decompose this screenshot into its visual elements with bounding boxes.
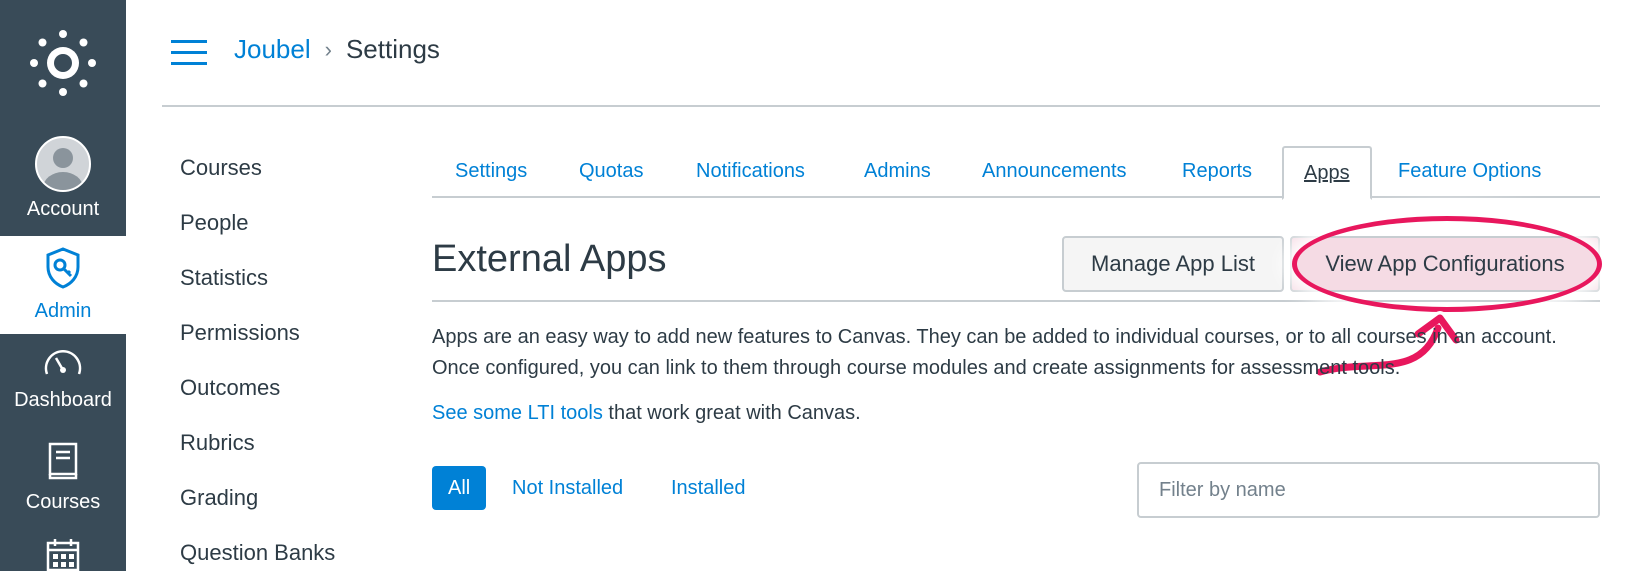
tab-apps[interactable]: Apps [1282, 146, 1372, 200]
nav-dashboard[interactable]: Dashboard [0, 346, 126, 436]
view-app-configurations-button[interactable]: View App Configurations [1290, 236, 1600, 292]
global-nav: Account Admin Dashboard Courses [0, 0, 126, 571]
lti-tools-suffix: that work great with Canvas. [602, 402, 861, 424]
nav-account-label: Account [26, 198, 100, 220]
speedometer-icon [42, 346, 84, 383]
shield-key-icon [44, 247, 82, 294]
tab-settings[interactable]: Settings [455, 146, 527, 198]
tab-feature-options[interactable]: Feature Options [1398, 146, 1541, 198]
tab-reports[interactable]: Reports [1182, 146, 1252, 198]
breadcrumb-root-link[interactable]: Joubel [234, 34, 311, 65]
breadcrumb: Joubel › Settings [234, 34, 440, 65]
breadcrumb-separator: › [324, 36, 332, 62]
lti-tools-link[interactable]: See some LTI tools [432, 402, 603, 424]
filter-all-button[interactable]: All [432, 466, 487, 510]
book-icon [47, 442, 79, 485]
subnav-item-permissions[interactable]: Permissions [180, 315, 400, 370]
subnav-item-people[interactable]: People [180, 205, 400, 260]
subnav-item-statistics[interactable]: Statistics [180, 260, 400, 315]
nav-dashboard-label: Dashboard [14, 389, 112, 411]
lti-tools-line: See some LTI tools that work great with … [432, 402, 861, 425]
tab-quotas[interactable]: Quotas [579, 146, 643, 198]
nav-admin[interactable]: Admin [0, 236, 126, 334]
nav-admin-label: Admin [34, 300, 92, 322]
subnav-item-grading[interactable]: Grading [180, 480, 400, 535]
subnav-item-outcomes[interactable]: Outcomes [180, 370, 400, 425]
tab-admins[interactable]: Admins [864, 146, 931, 198]
account-subnav: Courses People Statistics Permissions Ou… [180, 150, 400, 571]
breadcrumb-current: Settings [345, 34, 440, 64]
subnav-item-courses[interactable]: Courses [180, 150, 400, 205]
header-divider [162, 105, 1600, 107]
external-apps-description: Apps are an easy way to add new features… [432, 326, 1557, 379]
nav-courses-label: Courses [25, 491, 101, 513]
subnav-item-question-banks[interactable]: Question Banks [180, 535, 400, 571]
filter-by-name-input[interactable] [1137, 462, 1600, 518]
calendar-icon [46, 538, 80, 571]
filter-not-installed-button[interactable]: Not Installed [496, 466, 639, 510]
nav-calendar[interactable] [0, 538, 126, 571]
external-apps-divider [432, 300, 1600, 302]
external-apps-title: External Apps [432, 238, 667, 280]
settings-tabs: Settings Quotas Notifications Admins Ann… [432, 146, 1600, 200]
hamburger-menu-icon[interactable] [171, 40, 207, 66]
nav-account[interactable]: Account [0, 136, 126, 236]
tab-announcements[interactable]: Announcements [982, 146, 1127, 198]
canvas-logo-icon[interactable] [0, 0, 126, 126]
filter-installed-button[interactable]: Installed [655, 466, 762, 510]
subnav-item-rubrics[interactable]: Rubrics [180, 425, 400, 480]
nav-courses[interactable]: Courses [0, 442, 126, 532]
tab-notifications[interactable]: Notifications [696, 146, 805, 198]
manage-app-list-button[interactable]: Manage App List [1062, 236, 1284, 292]
avatar [35, 136, 91, 192]
